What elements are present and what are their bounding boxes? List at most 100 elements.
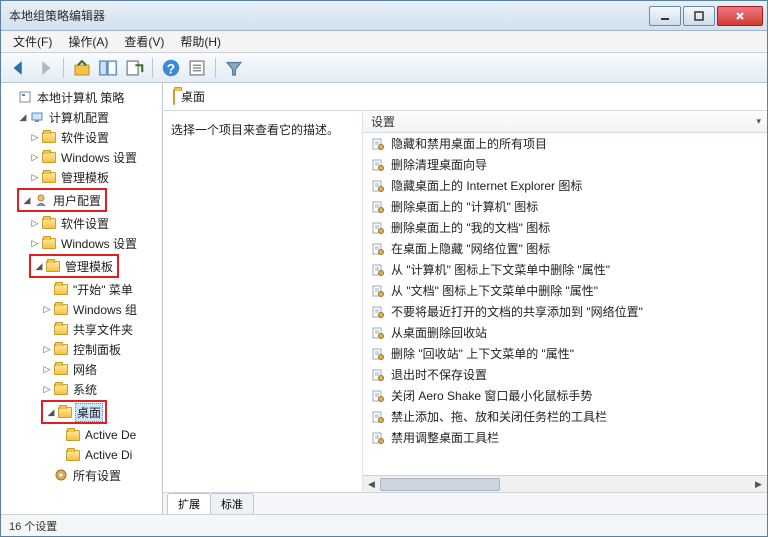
toolbar-separator — [215, 58, 216, 78]
setting-row[interactable]: 删除桌面上的 "计算机" 图标 — [363, 196, 767, 217]
tree-system[interactable]: ▷系统 — [3, 379, 160, 399]
setting-row[interactable]: 退出时不保存设置 — [363, 364, 767, 385]
settings-list-pane: 设置 ▾ 隐藏和禁用桌面上的所有项目删除清理桌面向导隐藏桌面上的 Interne… — [363, 111, 767, 492]
tab-extended[interactable]: 扩展 — [167, 493, 211, 514]
close-button[interactable] — [717, 6, 763, 26]
scroll-left-button[interactable]: ◀ — [363, 476, 380, 493]
setting-label: 关闭 Aero Shake 窗口最小化鼠标手势 — [391, 387, 592, 404]
window-title: 本地组策略编辑器 — [9, 7, 647, 24]
scroll-right-button[interactable]: ▶ — [750, 476, 767, 493]
scrollbar-thumb[interactable] — [380, 478, 500, 491]
tree-cc-windows[interactable]: ▷Windows 设置 — [3, 147, 160, 167]
folder-icon — [53, 344, 69, 355]
setting-row[interactable]: 禁用调整桌面工具栏 — [363, 427, 767, 448]
tree-cc-software[interactable]: ▷软件设置 — [3, 127, 160, 147]
menu-view[interactable]: 查看(V) — [116, 31, 172, 52]
column-header-settings[interactable]: 设置 ▾ — [363, 111, 767, 133]
setting-label: 从 "计算机" 图标上下文菜单中删除 "属性" — [391, 261, 610, 278]
setting-row[interactable]: 隐藏桌面上的 Internet Explorer 图标 — [363, 175, 767, 196]
settings-list[interactable]: 隐藏和禁用桌面上的所有项目删除清理桌面向导隐藏桌面上的 Internet Exp… — [363, 133, 767, 475]
description-text: 选择一个项目来查看它的描述。 — [171, 123, 339, 137]
setting-row[interactable]: 从 "文档" 图标上下文菜单中删除 "属性" — [363, 280, 767, 301]
tree-active-de[interactable]: Active De — [3, 425, 160, 445]
content-body: 选择一个项目来查看它的描述。 设置 ▾ 隐藏和禁用桌面上的所有项目删除清理桌面向… — [163, 111, 767, 492]
back-button[interactable] — [7, 56, 31, 80]
setting-icon — [371, 200, 385, 214]
tree-desktop[interactable]: ◢桌面 — [45, 402, 103, 422]
gear-icon — [53, 468, 69, 482]
menu-action[interactable]: 操作(A) — [60, 31, 116, 52]
folder-icon — [53, 364, 69, 375]
menu-file[interactable]: 文件(F) — [5, 31, 60, 52]
up-button[interactable] — [70, 56, 94, 80]
setting-row[interactable]: 从桌面删除回收站 — [363, 322, 767, 343]
tree-shared-folders[interactable]: 共享文件夹 — [3, 319, 160, 339]
tree-sidebar[interactable]: 本地计算机 策略 ◢计算机配置 ▷软件设置 ▷Windows 设置 ▷管理模板 … — [1, 83, 163, 514]
setting-row[interactable]: 从 "计算机" 图标上下文菜单中删除 "属性" — [363, 259, 767, 280]
setting-icon — [371, 368, 385, 382]
folder-icon — [173, 90, 175, 104]
tree-uc-software[interactable]: ▷软件设置 — [3, 213, 160, 233]
setting-row[interactable]: 删除清理桌面向导 — [363, 154, 767, 175]
svg-text:?: ? — [167, 61, 175, 76]
maximize-button[interactable] — [683, 6, 715, 26]
minimize-button[interactable] — [649, 6, 681, 26]
folder-icon — [65, 450, 81, 461]
menubar: 文件(F) 操作(A) 查看(V) 帮助(H) — [1, 31, 767, 53]
tree-active-di[interactable]: Active Di — [3, 445, 160, 465]
folder-icon — [53, 324, 69, 335]
setting-label: 删除桌面上的 "计算机" 图标 — [391, 198, 538, 215]
highlight-desktop: ◢桌面 — [41, 400, 107, 424]
setting-row[interactable]: 不要将最近打开的文档的共享添加到 "网络位置" — [363, 301, 767, 322]
setting-icon — [371, 347, 385, 361]
status-text: 16 个设置 — [9, 518, 57, 534]
setting-row[interactable]: 在桌面上隐藏 "网络位置" 图标 — [363, 238, 767, 259]
setting-icon — [371, 242, 385, 256]
filter-button[interactable] — [222, 56, 246, 80]
horizontal-scrollbar[interactable]: ◀ ▶ — [363, 475, 767, 492]
highlight-user-config: ◢用户配置 — [17, 188, 107, 212]
tree-uc-admin[interactable]: ◢管理模板 — [33, 256, 115, 276]
folder-icon — [57, 407, 73, 418]
help-button[interactable]: ? — [159, 56, 183, 80]
tree-start-menu[interactable]: "开始" 菜单 — [3, 279, 160, 299]
folder-icon — [41, 238, 57, 249]
setting-icon — [371, 263, 385, 277]
tree-user-config[interactable]: ◢用户配置 — [21, 190, 103, 210]
tree-computer-config[interactable]: ◢计算机配置 — [3, 107, 160, 127]
setting-row[interactable]: 隐藏和禁用桌面上的所有项目 — [363, 133, 767, 154]
setting-icon — [371, 221, 385, 235]
setting-icon — [371, 284, 385, 298]
export-list-button[interactable] — [122, 56, 146, 80]
setting-row[interactable]: 禁止添加、拖、放和关闭任务栏的工具栏 — [363, 406, 767, 427]
tab-standard[interactable]: 标准 — [210, 493, 254, 514]
folder-icon — [41, 172, 57, 183]
setting-label: 禁用调整桌面工具栏 — [391, 429, 499, 446]
tree-root[interactable]: 本地计算机 策略 — [3, 87, 160, 107]
setting-label: 删除 "回收站" 上下文菜单的 "属性" — [391, 345, 574, 362]
folder-icon — [45, 261, 61, 272]
properties-button[interactable] — [185, 56, 209, 80]
tree-control-panel[interactable]: ▷控制面板 — [3, 339, 160, 359]
setting-row[interactable]: 删除 "回收站" 上下文菜单的 "属性" — [363, 343, 767, 364]
highlight-admin-templates: ◢管理模板 — [29, 254, 119, 278]
folder-icon — [41, 218, 57, 229]
forward-button[interactable] — [33, 56, 57, 80]
view-tabs: 扩展 标准 — [163, 492, 767, 514]
setting-label: 退出时不保存设置 — [391, 366, 487, 383]
setting-label: 禁止添加、拖、放和关闭任务栏的工具栏 — [391, 408, 607, 425]
tree-cc-admin[interactable]: ▷管理模板 — [3, 167, 160, 187]
description-pane: 选择一个项目来查看它的描述。 — [163, 111, 363, 492]
folder-icon — [41, 132, 57, 143]
tree-uc-windows[interactable]: ▷Windows 设置 — [3, 233, 160, 253]
menu-help[interactable]: 帮助(H) — [172, 31, 229, 52]
tree-all-settings[interactable]: 所有设置 — [3, 465, 160, 485]
policy-icon — [17, 90, 33, 104]
toolbar-separator — [63, 58, 64, 78]
tree-windows-components[interactable]: ▷Windows 组 — [3, 299, 160, 319]
user-icon — [33, 193, 49, 207]
setting-row[interactable]: 删除桌面上的 "我的文档" 图标 — [363, 217, 767, 238]
show-hide-tree-button[interactable] — [96, 56, 120, 80]
setting-row[interactable]: 关闭 Aero Shake 窗口最小化鼠标手势 — [363, 385, 767, 406]
tree-network[interactable]: ▷网络 — [3, 359, 160, 379]
